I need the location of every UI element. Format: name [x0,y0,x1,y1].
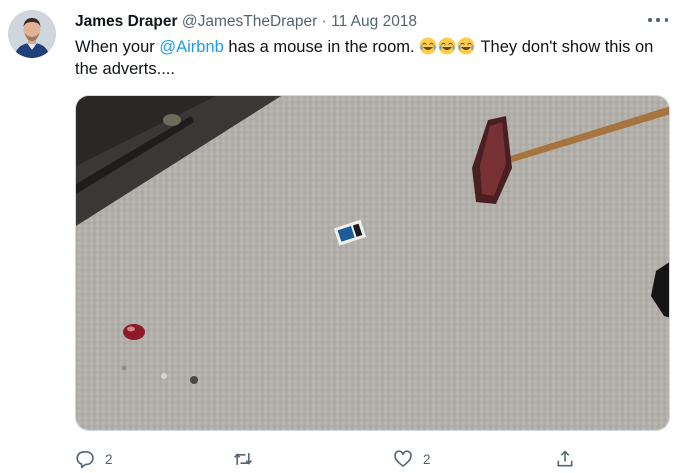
retweet-icon [234,453,252,465]
like-count: 2 [423,451,431,467]
share-button[interactable] [555,446,575,472]
separator-dot: · [321,13,327,30]
reply-icon [76,451,94,469]
reply-button[interactable]: 2 [75,446,113,472]
avatar[interactable] [8,10,56,58]
laughing-crying-emoji-icon [419,37,437,55]
heart-icon [394,450,412,467]
tweet-text-middle: has a mouse in the room. [223,38,420,56]
laughing-crying-emoji-icon [438,37,456,55]
tweet-photo[interactable] [75,95,670,431]
author-name[interactable]: James Draper [75,13,178,30]
tweet-text-before: When your [75,38,160,56]
reply-count: 2 [105,451,113,467]
avatar-photo [8,10,56,58]
carpet-photo [76,96,669,430]
emoji-group [419,37,476,56]
more-horizontal-icon[interactable] [648,12,668,28]
mention-link[interactable]: @Airbnb [159,38,223,56]
share-icon [557,450,573,467]
author-handle[interactable]: @JamesTheDraper [182,13,317,30]
tweet-header: James Draper @JamesTheDraper · 11 Aug 20… [75,12,640,32]
laughing-crying-emoji-icon [457,37,475,55]
tweet-text: When your @Airbnb has a mouse in the roo… [75,36,665,80]
retweet-button[interactable] [233,446,263,472]
tweet-actions: 2 2 [75,446,580,472]
red-object [123,324,145,340]
tweet-date[interactable]: 11 Aug 2018 [331,13,417,30]
like-button[interactable]: 2 [393,446,431,472]
